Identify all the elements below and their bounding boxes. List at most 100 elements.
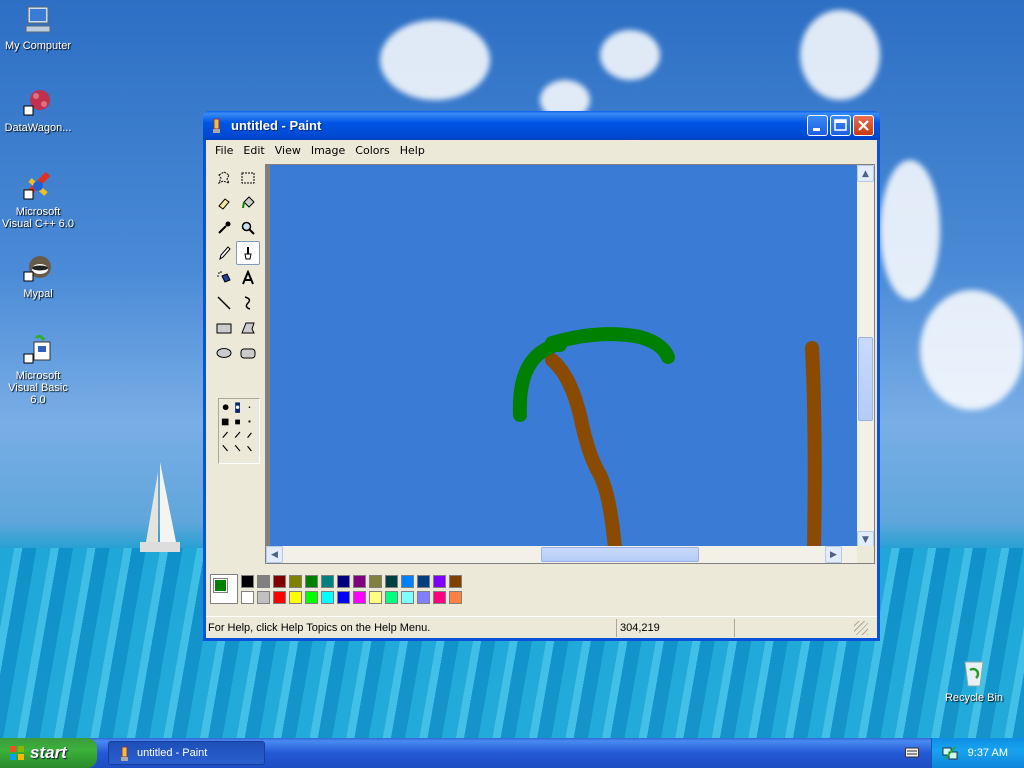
palette-swatch[interactable] bbox=[241, 591, 254, 604]
palette-swatch[interactable] bbox=[401, 591, 414, 604]
tool-rectangle[interactable] bbox=[212, 316, 236, 340]
rounded-rectangle-icon bbox=[240, 348, 256, 359]
palette-swatch[interactable] bbox=[257, 591, 270, 604]
network-icon[interactable] bbox=[942, 745, 958, 761]
menu-view[interactable]: View bbox=[270, 144, 306, 157]
start-label: start bbox=[30, 743, 67, 762]
chevron-right-icon: ▶ bbox=[830, 549, 837, 560]
menu-help[interactable]: Help bbox=[395, 144, 430, 157]
palette-swatch[interactable] bbox=[369, 575, 382, 588]
tool-pencil[interactable] bbox=[212, 241, 236, 265]
tool-polygon[interactable] bbox=[236, 316, 260, 340]
palette-swatch[interactable] bbox=[369, 591, 382, 604]
desktop-icon-datawagon[interactable]: DataWagon... bbox=[0, 86, 76, 134]
palette-swatch[interactable] bbox=[417, 575, 430, 588]
palette-swatch[interactable] bbox=[305, 591, 318, 604]
clock[interactable]: 9:37 AM bbox=[968, 747, 1008, 759]
palette-swatch[interactable] bbox=[289, 575, 302, 588]
drawing-canvas[interactable] bbox=[270, 165, 859, 555]
palette-swatch[interactable] bbox=[385, 591, 398, 604]
palette-swatch[interactable] bbox=[433, 575, 446, 588]
palette-swatch[interactable] bbox=[401, 575, 414, 588]
paint-icon bbox=[213, 118, 220, 133]
palette-swatch[interactable] bbox=[449, 591, 462, 604]
desktop-icon-visual-cpp[interactable]: Microsoft Visual C++ 6.0 bbox=[0, 170, 76, 230]
tool-rounded-rectangle[interactable] bbox=[236, 341, 260, 365]
current-colors[interactable] bbox=[210, 574, 238, 604]
desktop-icon-my-computer[interactable]: My Computer bbox=[0, 4, 76, 52]
ellipse-icon bbox=[216, 348, 232, 358]
tool-select[interactable] bbox=[236, 166, 260, 190]
tool-line[interactable] bbox=[212, 291, 236, 315]
palette-swatch[interactable] bbox=[353, 575, 366, 588]
maximize-button[interactable] bbox=[830, 115, 851, 136]
menu-file[interactable]: File bbox=[210, 144, 238, 157]
tool-text[interactable] bbox=[236, 266, 260, 290]
tool-pick-color[interactable] bbox=[212, 216, 236, 240]
close-button[interactable] bbox=[853, 115, 874, 136]
title-bar[interactable]: untitled - Paint bbox=[203, 111, 880, 140]
tool-eraser[interactable] bbox=[212, 191, 236, 215]
palette-swatch[interactable] bbox=[257, 575, 270, 588]
brush-shape-options[interactable] bbox=[218, 398, 260, 464]
tool-free-form-select[interactable] bbox=[212, 166, 236, 190]
tool-fill[interactable] bbox=[236, 191, 260, 215]
tool-airbrush[interactable] bbox=[212, 266, 236, 290]
tool-brush[interactable] bbox=[236, 241, 260, 265]
resize-grip-icon[interactable] bbox=[854, 620, 868, 635]
brush-icon bbox=[244, 247, 252, 260]
start-button[interactable]: start bbox=[0, 738, 97, 768]
palette-swatch[interactable] bbox=[305, 575, 318, 588]
palette-swatch[interactable] bbox=[321, 591, 334, 604]
status-coordinates: 304,219 bbox=[616, 618, 734, 637]
vertical-scrollbar[interactable]: ▲ ▼ bbox=[857, 165, 874, 548]
minimize-icon bbox=[813, 128, 820, 131]
chevron-down-icon: ▼ bbox=[862, 534, 869, 545]
tool-ellipse[interactable] bbox=[212, 341, 236, 365]
eraser-icon bbox=[218, 198, 230, 210]
foreground-color[interactable] bbox=[213, 578, 228, 593]
palette-swatch[interactable] bbox=[273, 591, 286, 604]
tool-curve[interactable] bbox=[236, 291, 260, 315]
desktop-icon-mypal[interactable]: Mypal bbox=[0, 252, 76, 300]
desktop-icon-visual-basic[interactable]: Microsoft Visual Basic 6.0 bbox=[0, 334, 76, 406]
palette-swatch[interactable] bbox=[337, 575, 350, 588]
desktop-icon-label: Microsoft Visual C++ 6.0 bbox=[2, 206, 74, 230]
palette-swatch[interactable] bbox=[433, 591, 446, 604]
text-icon bbox=[242, 270, 254, 285]
keyboard-icon[interactable] bbox=[905, 746, 919, 758]
minimize-button[interactable] bbox=[807, 115, 828, 136]
palette-swatch[interactable] bbox=[385, 575, 398, 588]
line-icon bbox=[217, 296, 231, 310]
vertical-scroll-thumb[interactable] bbox=[858, 337, 873, 421]
menu-edit[interactable]: Edit bbox=[238, 144, 269, 157]
palette-swatch[interactable] bbox=[321, 575, 334, 588]
brush-shapes-icon bbox=[221, 402, 252, 452]
scroll-up-button[interactable]: ▲ bbox=[857, 165, 874, 182]
horizontal-scrollbar[interactable]: ◀ ▶ bbox=[266, 546, 859, 563]
visual-basic-icon bbox=[23, 334, 51, 364]
palette-swatch[interactable] bbox=[337, 591, 350, 604]
taskbar-button-paint[interactable]: untitled - Paint bbox=[108, 741, 265, 765]
magnifier-icon bbox=[241, 221, 255, 235]
menu-bar: File Edit View Image Colors Help bbox=[206, 140, 877, 160]
airbrush-icon bbox=[217, 271, 231, 283]
palette-swatch[interactable] bbox=[241, 575, 254, 588]
rectangle-icon bbox=[216, 323, 232, 334]
menu-colors[interactable]: Colors bbox=[350, 144, 394, 157]
palette-swatch[interactable] bbox=[273, 575, 286, 588]
desktop-icon-recycle-bin[interactable]: Recycle Bin bbox=[936, 656, 1012, 704]
chevron-up-icon: ▲ bbox=[862, 168, 869, 179]
window-title: untitled - Paint bbox=[231, 118, 322, 133]
palette-swatch[interactable] bbox=[289, 591, 302, 604]
palette-swatch[interactable] bbox=[353, 591, 366, 604]
menu-image[interactable]: Image bbox=[306, 144, 350, 157]
scroll-left-button[interactable]: ◀ bbox=[266, 546, 283, 563]
palette-swatch[interactable] bbox=[417, 591, 430, 604]
horizontal-scroll-thumb[interactable] bbox=[541, 547, 699, 562]
paint-window: untitled - Paint File Edit View Image Co… bbox=[203, 111, 880, 641]
scroll-right-button[interactable]: ▶ bbox=[825, 546, 842, 563]
painting bbox=[512, 327, 822, 555]
palette-swatch[interactable] bbox=[449, 575, 462, 588]
tool-magnifier[interactable] bbox=[236, 216, 260, 240]
